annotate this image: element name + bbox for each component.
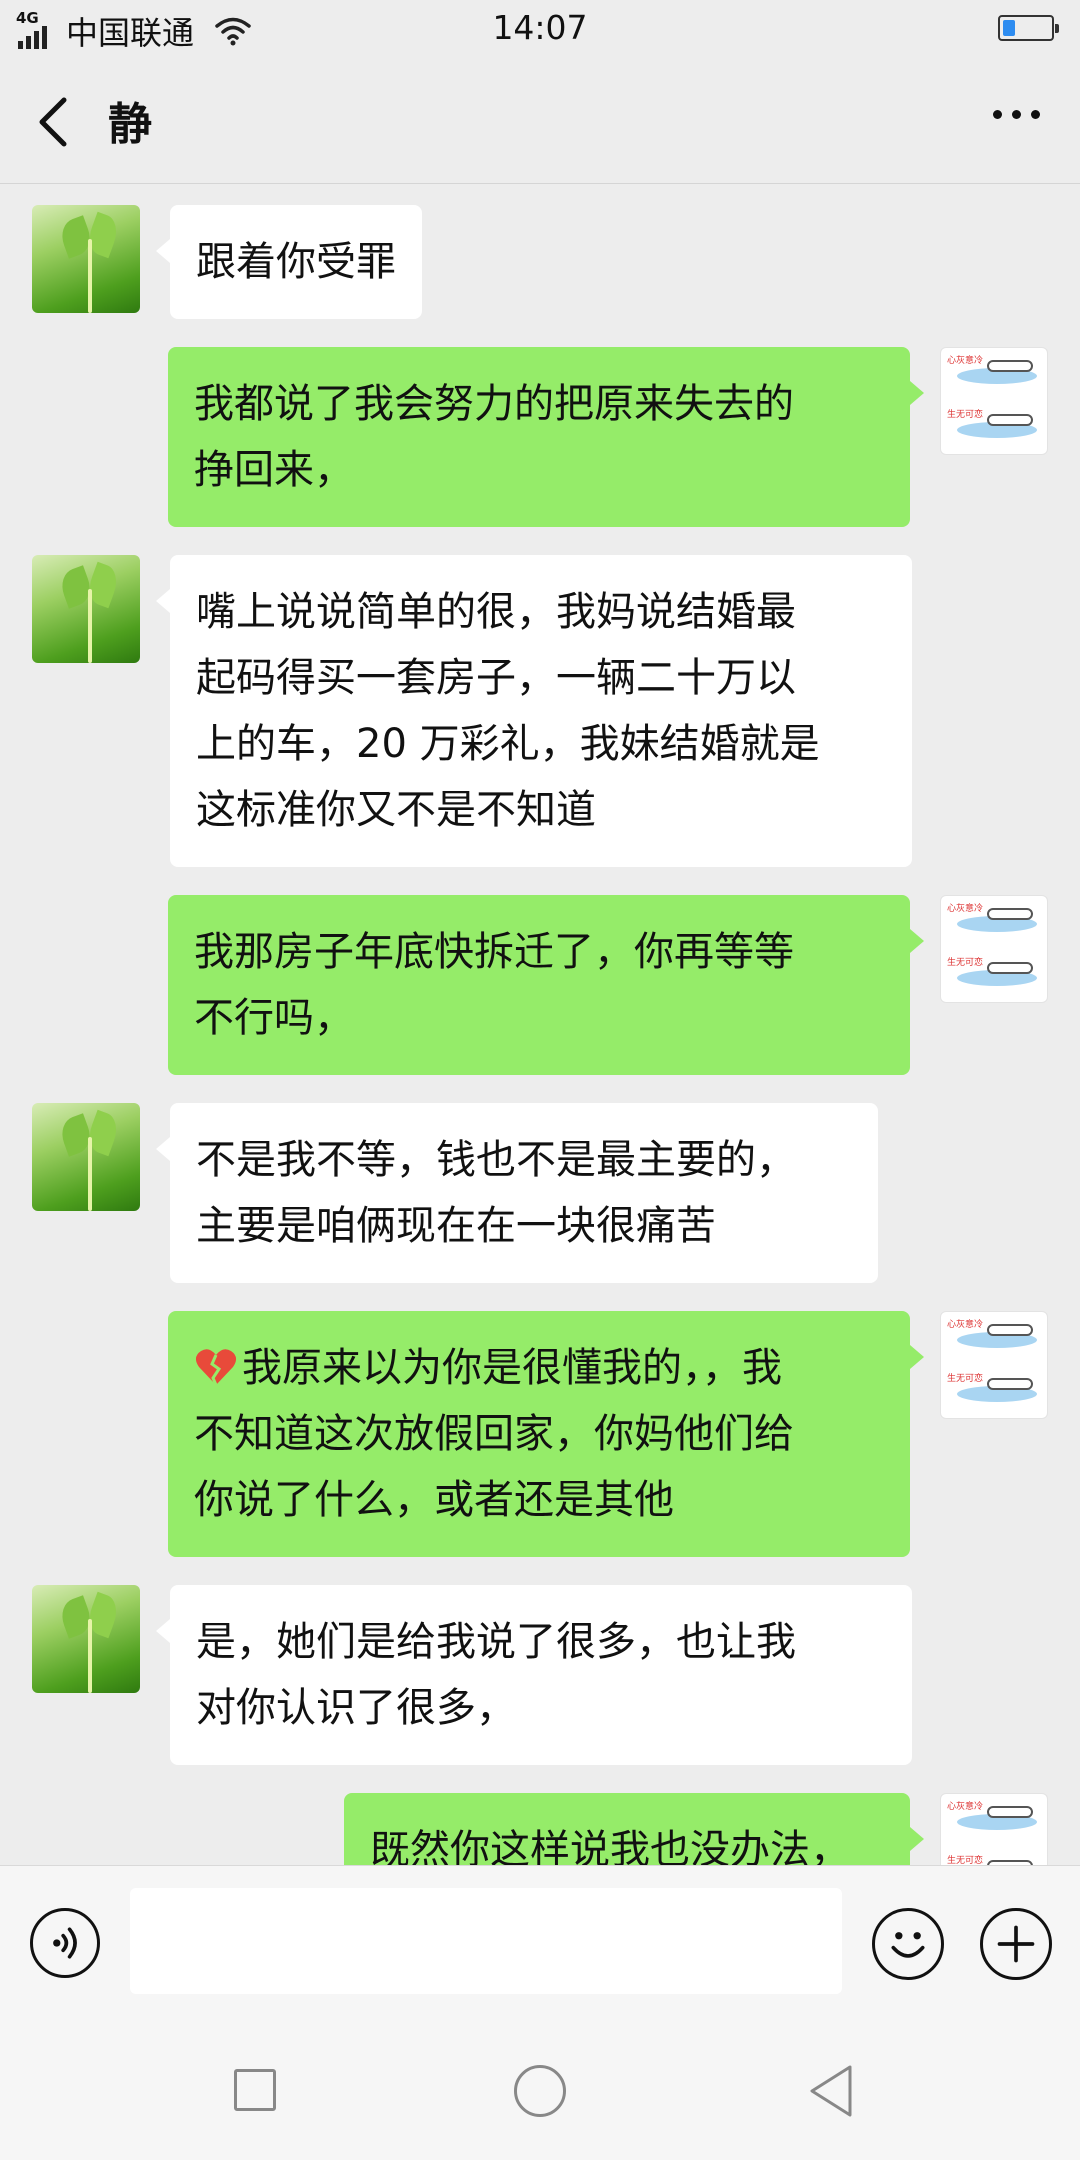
back-triangle-icon[interactable]: [806, 2063, 856, 2119]
contact-avatar[interactable]: [32, 1103, 140, 1211]
received-message[interactable]: 不是我不等，钱也不是最主要的， 主要是咱俩现在在一块很痛苦: [156, 1103, 878, 1283]
wechat-chat-screen: 4G 中国联通 14:07 静 跟着你受罪 心灰意冷 生无可恋 我都说了我会努力…: [0, 0, 1080, 2160]
contact-avatar[interactable]: [32, 205, 140, 313]
received-message[interactable]: 跟着你受罪: [156, 205, 422, 319]
home-icon[interactable]: [514, 2065, 566, 2117]
back-arrow-icon[interactable]: [30, 94, 80, 150]
received-message[interactable]: 嘴上说说简单的很，我妈说结婚最 起码得买一套房子，一辆二十万以 上的车，20 万…: [156, 555, 912, 867]
battery-icon: [998, 15, 1059, 41]
my-avatar[interactable]: 心灰意冷 生无可恋: [940, 1311, 1048, 1419]
plus-icon[interactable]: [980, 1908, 1052, 1980]
sent-message[interactable]: 我都说了我会努力的把原来失去的 挣回来，: [168, 347, 924, 527]
chat-header: 静: [0, 58, 1080, 184]
system-navigation-bar: [0, 2005, 1080, 2160]
received-message[interactable]: 是，她们是给我说了很多，也让我 对你认识了很多，: [156, 1585, 912, 1765]
status-bar: 4G 中国联通 14:07: [0, 0, 1080, 58]
my-avatar[interactable]: 心灰意冷 生无可恋: [940, 1793, 1048, 1865]
message-input[interactable]: [130, 1888, 842, 1994]
status-time: 14:07: [492, 8, 588, 47]
contact-avatar[interactable]: [32, 1585, 140, 1693]
sent-message[interactable]: 我那房子年底快拆迁了，你再等等 不行吗，: [168, 895, 924, 1075]
chat-title: 静: [108, 99, 152, 150]
voice-input-icon[interactable]: [30, 1908, 100, 1978]
sent-message-text: 我原来以为你是很懂我的，，我 不知道这次放假回家，你妈他们给 你说了什么，或者还…: [194, 1345, 794, 1523]
my-avatar[interactable]: 心灰意冷 生无可恋: [940, 347, 1048, 455]
more-options-icon[interactable]: [993, 110, 1040, 119]
input-bar: [0, 1865, 1080, 2005]
message-list[interactable]: 跟着你受罪 心灰意冷 生无可恋 我都说了我会努力的把原来失去的 挣回来， 嘴上说…: [0, 185, 1080, 1865]
my-avatar[interactable]: 心灰意冷 生无可恋: [940, 895, 1048, 1003]
recent-apps-icon[interactable]: [234, 2069, 276, 2111]
sent-message[interactable]: 既然你这样说我也没办法，: [344, 1793, 924, 1865]
contact-avatar[interactable]: [32, 555, 140, 663]
broken-heart-emoji-icon: [195, 1349, 237, 1386]
sent-message[interactable]: 我原来以为你是很懂我的，，我 不知道这次放假回家，你妈他们给 你说了什么，或者还…: [168, 1311, 924, 1557]
emoji-icon[interactable]: [872, 1908, 944, 1980]
